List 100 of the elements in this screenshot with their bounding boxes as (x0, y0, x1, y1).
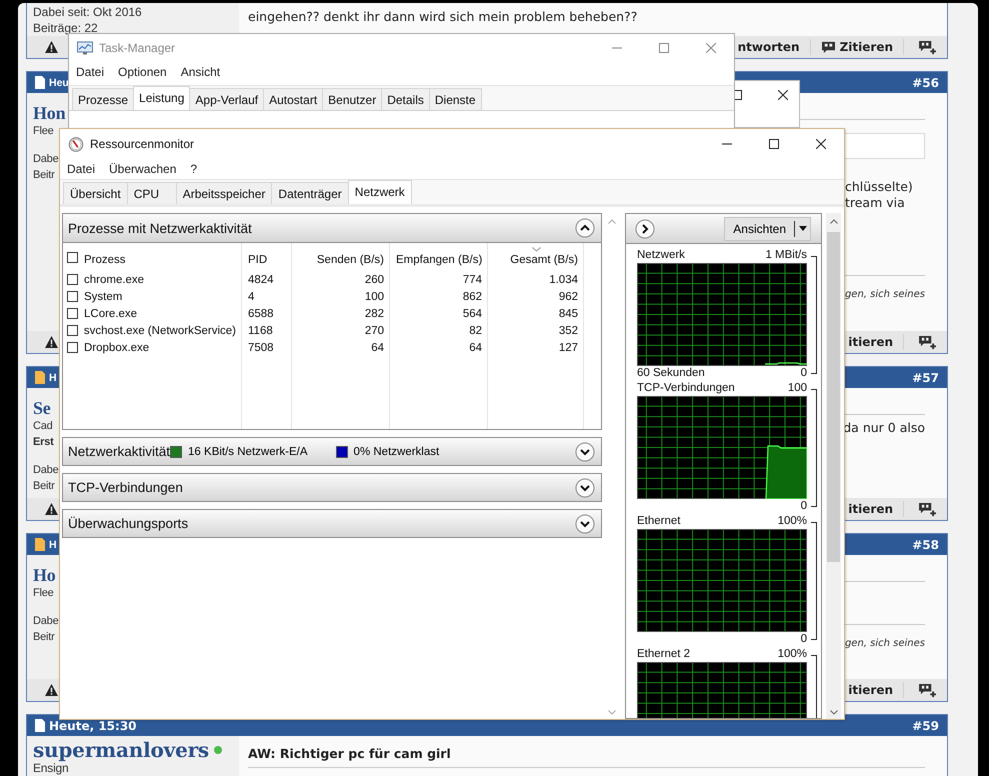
column-header[interactable]: Senden (B/s) (292, 246, 390, 268)
section-header[interactable]: Überwachungsports (62, 509, 602, 538)
checkbox[interactable] (67, 252, 78, 262)
table-cell: System (84, 290, 122, 302)
user-info: Beitr (33, 630, 55, 645)
warning-icon[interactable] (45, 336, 58, 348)
quote-plus-icon[interactable] (918, 502, 937, 516)
table-cell-text: 127 (558, 342, 579, 354)
tab[interactable]: Details (381, 88, 430, 110)
table-cell: chrome.exe (84, 274, 144, 286)
checkbox[interactable] (67, 342, 78, 353)
menu-item[interactable]: Datei (76, 65, 104, 79)
checkbox[interactable] (67, 291, 78, 302)
scrollbar-thumb[interactable] (827, 232, 840, 562)
expand-button[interactable] (635, 218, 655, 238)
tab[interactable]: Prozesse (72, 88, 134, 110)
scroll-up-icon[interactable] (830, 219, 838, 224)
graph-title: Ethernet 2 (637, 647, 690, 662)
table-cell-text: 564 (462, 308, 483, 320)
checkbox[interactable] (67, 325, 78, 336)
maximize-button[interactable] (769, 139, 779, 149)
close-button[interactable] (816, 139, 826, 149)
username[interactable]: Ho (33, 565, 56, 586)
tab[interactable]: Arbeitsspeicher (176, 182, 272, 204)
tab[interactable]: Leistung (133, 86, 190, 110)
expand-button[interactable] (575, 442, 595, 462)
column-header[interactable]: Empfangen (B/s) (390, 246, 488, 268)
section-title: TCP-Verbindungen (68, 480, 183, 495)
graph-min-label: 0 (800, 366, 807, 381)
user-info: Dabe (33, 614, 58, 629)
section-title: Prozesse mit Netzwerkaktivität (68, 220, 252, 236)
expand-button[interactable] (575, 514, 595, 534)
user-rank: Flee (33, 586, 54, 601)
tab[interactable]: Netzwerk (348, 180, 412, 204)
user-info: Beiträge: 22 (33, 20, 98, 36)
tab[interactable]: Datenträger (271, 182, 349, 204)
post-time: Heute, 15:30 (49, 718, 137, 732)
tab[interactable]: Dienste (428, 88, 482, 110)
menu-item[interactable]: Optionen (118, 65, 167, 79)
post-text: chlüsselte) (844, 179, 914, 195)
quote-button[interactable]: Zitieren (820, 40, 893, 54)
menu-item[interactable]: ? (190, 162, 198, 176)
user-info: Beitr (33, 479, 55, 494)
table-cell-text: 7508 (247, 342, 275, 354)
post-number[interactable]: #57 (912, 370, 939, 384)
quote-button[interactable]: itieren (848, 502, 893, 516)
tab[interactable]: Benutzer (322, 88, 382, 110)
quote-plus-icon[interactable] (918, 682, 937, 698)
menu-item[interactable]: Überwachen (109, 162, 176, 176)
quote-button[interactable]: itieren (848, 683, 893, 697)
table-cell-text: 64 (468, 342, 483, 354)
signature-text: gen, sich seines (844, 638, 925, 649)
expand-button[interactable] (575, 478, 595, 498)
tab[interactable]: App-Verlauf (189, 88, 264, 110)
quote-plus-icon[interactable] (918, 334, 937, 350)
username[interactable]: Se (33, 398, 51, 419)
table-cell-text: 100 (364, 290, 385, 302)
post-number[interactable]: #58 (912, 538, 939, 552)
tab[interactable]: Autostart (263, 88, 324, 110)
username[interactable]: supermanlovers (33, 739, 209, 761)
column-header[interactable]: Prozess (84, 246, 126, 268)
column-header[interactable]: PID (242, 246, 292, 268)
user-info: Dabe (33, 152, 58, 167)
monitor-graph-icon (77, 40, 93, 56)
window-title: Task-Manager (99, 41, 176, 55)
collapse-button[interactable] (575, 218, 595, 238)
username[interactable]: Hon (33, 103, 66, 124)
tab[interactable]: CPU (126, 182, 177, 204)
checkbox[interactable] (67, 274, 78, 285)
section-title: Überwachungsports (68, 516, 188, 531)
graph-title: Netzwerk (637, 248, 685, 263)
table-cell-text: 774 (462, 274, 483, 286)
graph-max-label: 100 (788, 381, 807, 396)
warning-icon[interactable] (45, 684, 58, 696)
section-header[interactable]: Prozesse mit Netzwerkaktivität (63, 214, 601, 243)
tab[interactable]: Übersicht (63, 182, 128, 204)
reply-button[interactable]: ntworten (738, 40, 800, 54)
graph-time-label: 60 Sekunden (637, 366, 705, 381)
graph-title: TCP-Verbindungen (637, 381, 735, 396)
warning-icon[interactable] (45, 41, 58, 53)
menu-item[interactable]: Ansicht (180, 65, 220, 79)
section-header[interactable]: TCP-Verbindungen (62, 473, 602, 502)
post-time: H (49, 538, 57, 550)
quote-plus-icon[interactable] (918, 40, 937, 54)
checkbox[interactable] (67, 308, 78, 319)
close-button[interactable] (778, 90, 788, 100)
graph-min-label: 0 (800, 499, 807, 514)
post-number[interactable]: #59 (912, 718, 939, 732)
post-number[interactable]: #56 (912, 76, 939, 90)
quote-button[interactable]: itieren (848, 335, 893, 349)
warning-icon[interactable] (45, 503, 58, 515)
views-button[interactable]: Ansichten (724, 216, 811, 240)
table-cell-text: 282 (364, 308, 385, 320)
section-header[interactable]: Netzwerkaktivität 16 KBit/s Netzwerk-E/A 0% Netzwerklast (62, 437, 602, 466)
table-cell-text: 862 (462, 290, 483, 302)
graph-max-label: 100% (778, 647, 807, 662)
user-rank: Flee (33, 124, 54, 139)
table-cell: svchost.exe (NetworkService) (84, 324, 236, 336)
scroll-down-icon[interactable] (830, 710, 838, 715)
menu-item[interactable]: Datei (67, 162, 96, 176)
